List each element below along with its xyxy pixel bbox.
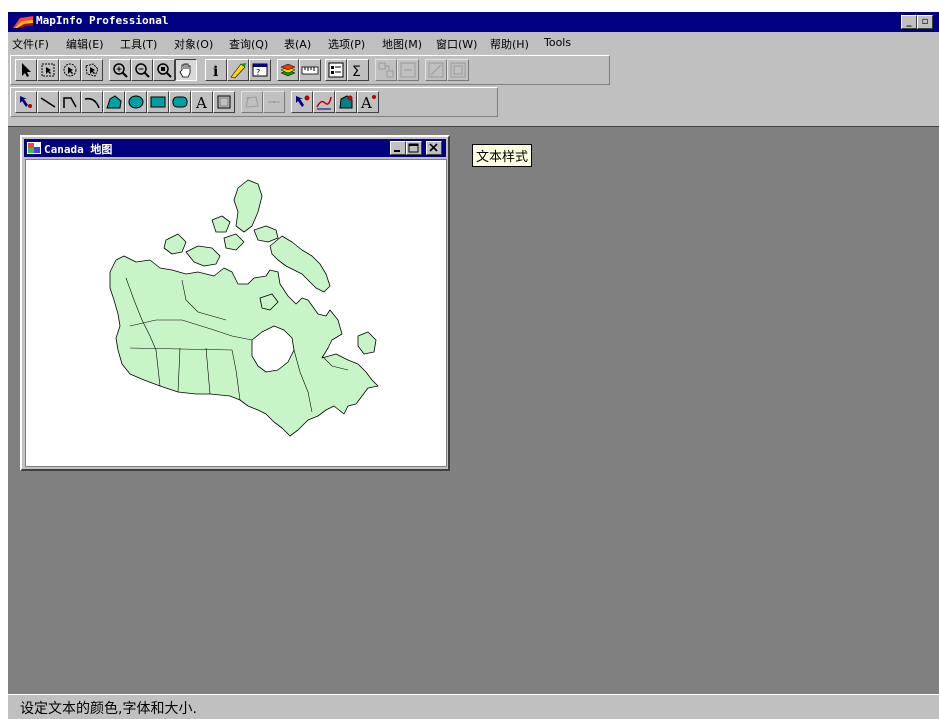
map-close-button[interactable]	[426, 141, 442, 155]
newfoundland-region	[357, 331, 377, 355]
statistics-sum-icon[interactable]: Σ	[347, 59, 369, 81]
arctic-island-b	[223, 233, 245, 251]
text-style-icon[interactable]: A	[357, 91, 379, 113]
grabber-hand-icon[interactable]	[175, 59, 197, 81]
frame-tool-icon[interactable]	[213, 91, 235, 113]
menu-tools-extra[interactable]: Tools	[544, 36, 571, 49]
app-title: MapInfo Professional	[36, 14, 169, 27]
zoom-out-icon[interactable]	[131, 59, 153, 81]
menu-file[interactable]: 文件(F)	[12, 36, 49, 52]
menu-table[interactable]: 表(A)	[284, 36, 311, 52]
menu-map[interactable]: 地图(M)	[382, 36, 422, 52]
canada-mainland-region	[109, 255, 379, 437]
label-tool-icon[interactable]	[227, 59, 249, 81]
assign-target-icon[interactable]	[397, 59, 419, 81]
select-arrow-icon[interactable]	[15, 59, 37, 81]
menu-query[interactable]: 查询(Q)	[229, 36, 268, 52]
mapinfo-app-window: MapInfo Professional _ ▫ 文件(F) 编辑(E) 工具(…	[8, 12, 939, 719]
svg-text:?: ?	[256, 68, 260, 77]
redistrict-icon[interactable]	[375, 59, 397, 81]
drag-window-icon[interactable]: ?	[249, 59, 271, 81]
canada-map	[109, 179, 379, 437]
polygon-tool-icon[interactable]	[103, 91, 125, 113]
status-bar: 设定文本的颜色,字体和大小.	[8, 694, 939, 719]
map-window-title-bar[interactable]: Canada 地图	[24, 139, 446, 157]
legend-icon[interactable]	[325, 59, 347, 81]
banks-island-region	[163, 233, 187, 255]
svg-text:A: A	[195, 94, 207, 111]
map-minimize-button[interactable]	[390, 141, 406, 155]
victoria-island-region	[185, 245, 221, 267]
tooltip-text-style: 文本样式	[472, 144, 533, 167]
map-window-title: Canada 地图	[44, 143, 113, 156]
arc-tool-icon[interactable]	[81, 91, 103, 113]
zoom-in-icon[interactable]	[109, 59, 131, 81]
main-toolbar: i ? Σ	[10, 55, 610, 85]
line-tool-icon[interactable]	[37, 91, 59, 113]
menu-bar: 文件(F) 编辑(E) 工具(T) 对象(O) 查询(Q) 表(A) 选项(P)…	[8, 33, 939, 53]
line-style-icon[interactable]	[313, 91, 335, 113]
map-maximize-button[interactable]	[406, 141, 422, 155]
map-window[interactable]: Canada 地图	[20, 135, 450, 471]
ruler-icon[interactable]	[299, 59, 321, 81]
menu-help[interactable]: 帮助(H)	[490, 36, 529, 52]
radius-select-icon[interactable]	[59, 59, 81, 81]
menu-objects[interactable]: 对象(O)	[174, 36, 213, 52]
marquee-select-icon[interactable]	[37, 59, 59, 81]
mapinfo-logo-icon	[13, 16, 33, 28]
map-canvas[interactable]	[25, 159, 447, 467]
menu-tools[interactable]: 工具(T)	[120, 36, 157, 52]
region-style-icon[interactable]	[335, 91, 357, 113]
ellesmere-island-region	[233, 179, 263, 233]
layer-control-icon[interactable]	[277, 59, 299, 81]
text-tool-icon[interactable]: A	[191, 91, 213, 113]
devon-island-region	[253, 225, 279, 243]
symbol-style-icon[interactable]	[291, 91, 313, 113]
info-tool-icon[interactable]: i	[205, 59, 227, 81]
rounded-rectangle-tool-icon[interactable]	[169, 91, 191, 113]
menu-edit[interactable]: 编辑(E)	[66, 36, 104, 52]
symbol-tool-icon[interactable]	[15, 91, 37, 113]
minimize-button[interactable]: _	[901, 15, 917, 29]
menu-window[interactable]: 窗口(W)	[436, 36, 477, 52]
arctic-island-a	[211, 215, 231, 233]
mdi-workspace[interactable]: Canada 地图 文本样式	[8, 126, 939, 695]
add-node-tool-icon[interactable]	[263, 91, 285, 113]
app-title-bar[interactable]: MapInfo Professional _ ▫	[8, 12, 939, 32]
polygon-select-icon[interactable]	[81, 59, 103, 81]
restore-button[interactable]: ▫	[917, 15, 933, 29]
change-view-icon[interactable]	[153, 59, 175, 81]
menu-options[interactable]: 选项(P)	[328, 36, 365, 52]
map-window-icon	[27, 142, 41, 154]
layout-window-icon[interactable]	[447, 59, 469, 81]
status-message: 设定文本的颜色,字体和大小.	[20, 701, 197, 717]
svg-text:Σ: Σ	[352, 64, 361, 79]
graph-window-icon[interactable]	[425, 59, 447, 81]
ellipse-tool-icon[interactable]	[125, 91, 147, 113]
drawing-toolbar: A A	[10, 87, 498, 117]
svg-text:i: i	[213, 64, 218, 79]
svg-text:A: A	[360, 94, 372, 111]
reshape-tool-icon[interactable]	[241, 91, 263, 113]
rectangle-tool-icon[interactable]	[147, 91, 169, 113]
polyline-tool-icon[interactable]	[59, 91, 81, 113]
